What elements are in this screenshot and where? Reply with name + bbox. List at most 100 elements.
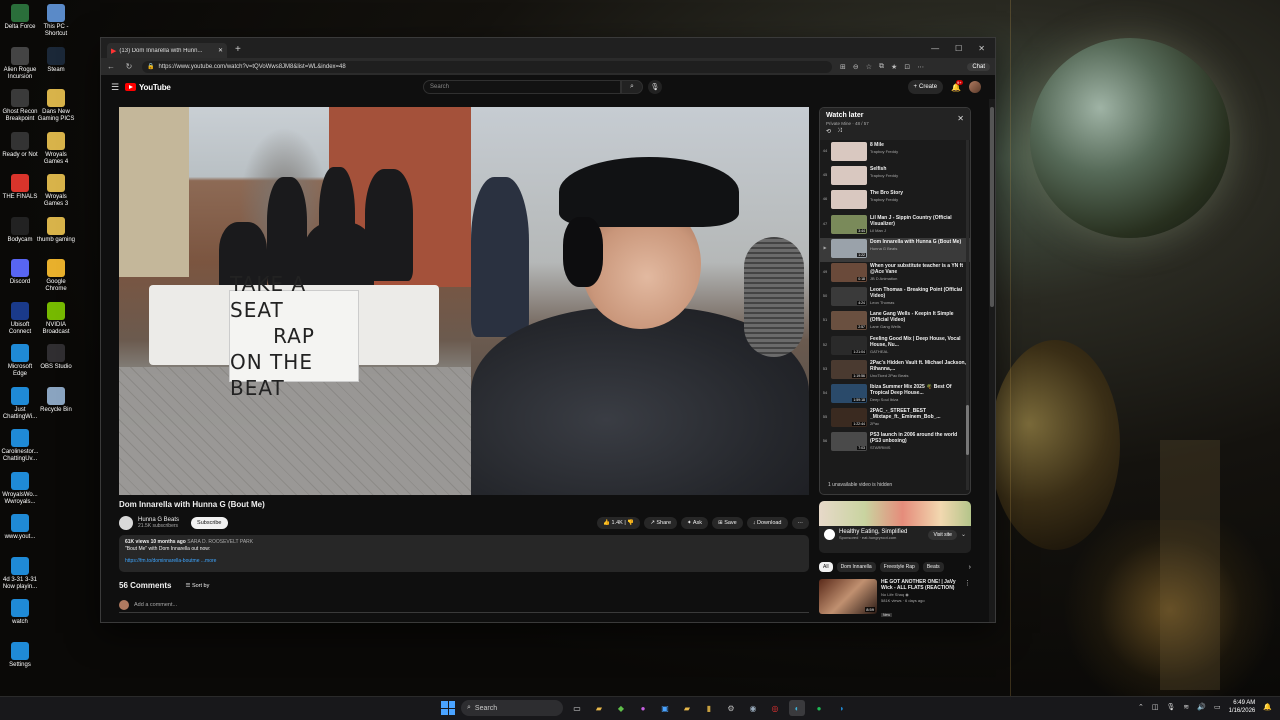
- playlist-thumbnail[interactable]: 4:24: [831, 287, 867, 307]
- close-playlist-button[interactable]: ✕: [957, 114, 964, 123]
- playlist-scrollbar[interactable]: [966, 140, 969, 490]
- playlist-title[interactable]: Watch later: [826, 112, 964, 119]
- store-icon[interactable]: ▣: [657, 700, 673, 716]
- playlist-thumbnail[interactable]: 1:22: [831, 238, 867, 258]
- scrollbar-thumb[interactable]: [990, 107, 994, 307]
- chevron-up-icon[interactable]: ⌃: [1138, 703, 1144, 711]
- edge-icon[interactable]: ◐: [789, 700, 805, 716]
- account-avatar[interactable]: [969, 81, 981, 93]
- desktop-shortcut[interactable]: Ready or Not: [0, 131, 40, 159]
- chip-beats[interactable]: Beats: [922, 562, 944, 572]
- description-box[interactable]: 61K views 10 months ago SARA D. ROOSEVEL…: [119, 535, 809, 572]
- favorite-icon[interactable]: ☆: [866, 63, 872, 71]
- create-button[interactable]: + Create: [907, 80, 944, 94]
- playlist-thumbnail[interactable]: [831, 166, 867, 186]
- start-button[interactable]: [441, 701, 455, 715]
- playlist-item[interactable]: 46 The Bro Story Trapboy Freddy: [820, 189, 970, 213]
- recommended-channel[interactable]: No Life Shaq ◉: [881, 592, 960, 597]
- visit-site-button[interactable]: Visit site: [928, 529, 957, 540]
- playlist-thumbnail[interactable]: 0:18: [831, 262, 867, 282]
- clock[interactable]: 6:49 AM 1/16/2026: [1229, 699, 1256, 715]
- apps-icon[interactable]: ⊞: [840, 63, 846, 71]
- maximize-button[interactable]: ☐: [955, 44, 962, 53]
- playlist-item[interactable]: 53 1:19:56 2Pac's Hidden Vault ft. Michael…: [820, 359, 970, 383]
- app-icon[interactable]: ◎: [767, 700, 783, 716]
- recommended-thumbnail[interactable]: 8:59: [819, 579, 877, 614]
- edge-icon[interactable]: ◑: [833, 700, 849, 716]
- notification-center-icon[interactable]: 🔔: [1263, 703, 1272, 711]
- playlist-item[interactable]: 45 Selfish Trapboy Freddy: [820, 165, 970, 189]
- desktop-shortcut[interactable]: THE FINALS: [0, 174, 40, 201]
- playlist-item[interactable]: 50 4:24 Leon Thomas - Breaking Point (Offi…: [820, 286, 970, 310]
- favorites-icon[interactable]: ★: [891, 63, 897, 71]
- volume-icon[interactable]: 🔊: [1197, 703, 1206, 711]
- desktop-shortcut[interactable]: Bodycam: [0, 216, 40, 244]
- playlist-item[interactable]: 44 8 Mile Trapboy Freddy: [820, 141, 970, 165]
- playlist-thumbnail[interactable]: 7:03: [831, 432, 867, 452]
- close-window-button[interactable]: ✕: [978, 44, 985, 53]
- playlist-item[interactable]: 56 7:03 PS3 launch in 2006 around the worl…: [820, 431, 970, 455]
- desktop-shortcut[interactable]: Delta Force: [0, 4, 40, 31]
- address-bar[interactable]: 🔒 https://www.youtube.com/watch?v=tQVoWw…: [142, 60, 832, 73]
- chip-dom-innarella[interactable]: Dom Innarella: [836, 562, 876, 572]
- page-scrollbar[interactable]: [989, 99, 995, 622]
- desktop-shortcut[interactable]: Just ChattingWi...: [0, 386, 40, 421]
- menu-icon[interactable]: ☰: [111, 82, 125, 93]
- xbox-icon[interactable]: ◆: [613, 700, 629, 716]
- channel-avatar[interactable]: [119, 516, 133, 530]
- folder-icon[interactable]: ▰: [679, 700, 695, 716]
- desktop-shortcut[interactable]: Carolinestor... ChattingUv...: [0, 429, 40, 463]
- playlist-item[interactable]: 47 3:44 Lil Man J - Sippin Country (Offici…: [820, 214, 970, 238]
- desktop-shortcut[interactable]: Microsoft Edge: [0, 344, 40, 378]
- more-icon[interactable]: ⋯: [917, 63, 924, 71]
- playlist-thumbnail[interactable]: [831, 190, 867, 210]
- search-button[interactable]: ⌕: [621, 80, 643, 94]
- playlist-thumbnail[interactable]: 1:19:56: [831, 359, 867, 379]
- scrollbar-thumb[interactable]: [966, 405, 969, 455]
- playlist-thumbnail[interactable]: 2:57: [831, 311, 867, 331]
- ask-button[interactable]: ✦ Ask: [681, 517, 709, 529]
- file-explorer-icon[interactable]: ▰: [591, 700, 607, 716]
- ad-image[interactable]: [819, 501, 971, 526]
- new-tab-button[interactable]: +: [235, 44, 241, 55]
- settings-gear-icon[interactable]: ⚙: [723, 700, 739, 716]
- recommended-video[interactable]: 8:59 HE GOT ANOTHER ONE! | JaVy Wick - A…: [819, 579, 971, 621]
- desktop-shortcut[interactable]: Wroyals Games 3: [36, 174, 76, 208]
- download-button[interactable]: ↓ Download: [746, 517, 788, 529]
- refresh-icon[interactable]: ↻: [124, 62, 134, 71]
- chip-all[interactable]: All: [819, 562, 833, 572]
- desktop-shortcut[interactable]: Steam: [36, 46, 76, 74]
- desktop-shortcut[interactable]: thumb gaming: [36, 216, 76, 244]
- desktop-shortcut[interactable]: Recycle Bin: [36, 386, 76, 414]
- playlist-item[interactable]: ▶ 1:22 Dom Innarella with Hunna G (Bout Me…: [820, 237, 970, 262]
- like-button[interactable]: 👍 1.4K | 👎: [597, 517, 641, 529]
- playlist-thumbnail[interactable]: 1:59:18: [831, 383, 867, 403]
- task-view-icon[interactable]: ▭: [569, 700, 585, 716]
- network-icon[interactable]: ◫: [1152, 703, 1159, 711]
- collections-icon[interactable]: ⊡: [904, 63, 910, 71]
- playlist-item[interactable]: 49 0:18 When your substitute teacher is a …: [820, 262, 970, 286]
- desktop-shortcut[interactable]: OBS Studio: [36, 344, 76, 371]
- copilot-chat-button[interactable]: Chat: [967, 62, 990, 71]
- location-tag[interactable]: SARA D. ROOSEVELT PARK: [187, 539, 253, 545]
- copilot-icon[interactable]: ●: [635, 700, 651, 716]
- desktop-shortcut[interactable]: NVIDIA Broadcast: [36, 301, 76, 336]
- app-icon[interactable]: ▮: [701, 700, 717, 716]
- close-tab-icon[interactable]: ✕: [218, 47, 223, 54]
- desktop-shortcut[interactable]: Google Chrome: [36, 259, 76, 293]
- chevron-down-icon[interactable]: ⌄: [961, 531, 966, 538]
- extensions-icon[interactable]: ⧉: [879, 63, 884, 71]
- desktop-shortcut[interactable]: Wroyals Games 4: [36, 131, 76, 166]
- playlist-item[interactable]: 55 1:22:44 2PAC_-_STREET_BEST _Mixtape_ft.…: [820, 407, 970, 431]
- desktop-shortcut[interactable]: Ghost Recon Breakpoint: [0, 89, 40, 123]
- browser-tab[interactable]: ▶ (13) Dom Innarella with Hunn... ✕: [107, 43, 227, 58]
- add-comment-field[interactable]: Add a comment...: [119, 600, 809, 613]
- desktop-shortcut[interactable]: Discord: [0, 259, 40, 286]
- playlist-item[interactable]: 54 1:59:18 Ibiza Summer Mix 2025 🌴 Best Of…: [820, 383, 970, 407]
- playlist-thumbnail[interactable]: [831, 142, 867, 161]
- spotify-icon[interactable]: ●: [811, 700, 827, 716]
- taskbar-search[interactable]: ⌕ Search: [461, 700, 563, 716]
- desktop-shortcut[interactable]: watch: [0, 599, 40, 626]
- desktop-shortcut[interactable]: Settings: [0, 641, 40, 669]
- desktop-shortcut[interactable]: WroyalsWo... Wwroyals...: [0, 471, 40, 506]
